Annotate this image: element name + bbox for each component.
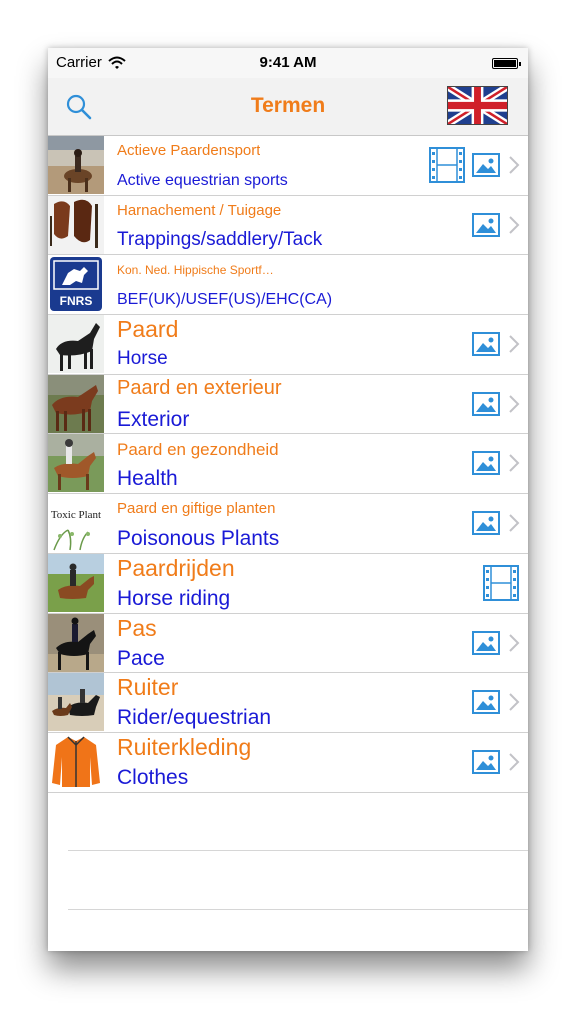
english-term: Health	[117, 467, 178, 491]
dutch-term: Actieve Paardensport	[117, 142, 261, 159]
photo-icon[interactable]	[472, 153, 500, 177]
list-item[interactable]: Ruiter Rider/equestrian	[48, 673, 528, 733]
dutch-term: Ruiter	[117, 674, 179, 701]
film-icon[interactable]	[482, 564, 520, 602]
saddles-thumbnail	[48, 195, 104, 254]
clock: 9:41 AM	[259, 54, 317, 71]
english-term: Clothes	[117, 765, 189, 789]
english-term: BEF(UK)/USEF(US)/EHC(CA)	[117, 291, 333, 309]
uk-flag-icon[interactable]	[447, 86, 508, 125]
list-item[interactable]: Paard Horse	[48, 315, 528, 375]
photo-icon[interactable]	[472, 332, 500, 357]
fnrs-logo-text: FNRS	[60, 294, 93, 308]
english-term: Active equestrian sports	[117, 172, 288, 189]
photo-icon[interactable]	[472, 391, 500, 416]
dressage-thumbnail	[48, 613, 104, 672]
terms-list: Actieve Paardensport Active equestrian s…	[48, 136, 528, 793]
navigation-bar: Termen	[48, 78, 528, 136]
phone-screen: Carrier 9:41 AM Termen Actieve Paardensp…	[48, 48, 528, 951]
dutch-term: Paard en giftige planten	[117, 500, 276, 518]
orange-jacket-thumbnail	[48, 732, 104, 791]
dutch-term: Paard en exterieur	[117, 376, 282, 399]
photo-icon[interactable]	[472, 212, 500, 237]
black-horse-thumbnail	[48, 315, 104, 374]
list-item[interactable]: Paard en exterieur Exterior	[48, 374, 528, 435]
photo-icon[interactable]	[472, 511, 500, 536]
dutch-term: Ruiterkleding	[117, 733, 252, 760]
chevron-right-icon[interactable]	[508, 692, 520, 712]
dutch-term: Harnachement / Tuigage	[117, 201, 282, 219]
list-item[interactable]: Toxic Plant Paard en giftige planten Poi…	[48, 494, 528, 554]
chevron-right-icon[interactable]	[508, 752, 520, 772]
photo-icon[interactable]	[472, 749, 500, 774]
list-item[interactable]: Pas Pace	[48, 613, 528, 674]
status-bar: Carrier 9:41 AM	[48, 48, 528, 78]
horse-rider-beach-thumbnail	[48, 136, 104, 194]
english-term: Rider/equestrian	[117, 706, 272, 730]
brown-horse-thumbnail	[48, 374, 104, 433]
list-item[interactable]: Harnachement / Tuigage Trappings/saddler…	[48, 195, 528, 256]
empty-row-divider	[68, 850, 528, 851]
photo-icon[interactable]	[472, 690, 500, 715]
dutch-term: Paard	[117, 316, 179, 343]
list-item[interactable]: FNRS Kon. Ned. Hippische Sportf… BEF(UK)…	[48, 255, 528, 316]
english-term: Exterior	[117, 407, 190, 431]
battery-icon	[492, 58, 521, 69]
list-item[interactable]: Paardrijden Horse riding	[48, 553, 528, 614]
english-term: Pace	[117, 646, 165, 670]
list-item[interactable]: Paard en gezondheid Health	[48, 434, 528, 495]
fnrs-logo-icon: FNRS	[48, 255, 104, 314]
chevron-right-icon[interactable]	[508, 513, 520, 533]
english-term: Horse riding	[117, 586, 231, 610]
rider-chestnut-thumbnail	[48, 434, 104, 493]
photo-icon[interactable]	[472, 630, 500, 655]
chevron-right-icon[interactable]	[508, 394, 520, 414]
chevron-right-icon[interactable]	[508, 334, 520, 354]
chevron-right-icon[interactable]	[508, 453, 520, 473]
dutch-term: Paardrijden	[117, 554, 235, 581]
list-item[interactable]: Ruiterkleding Clothes	[48, 732, 528, 793]
list-item[interactable]: Actieve Paardensport Active equestrian s…	[48, 136, 528, 196]
dutch-term: Pas	[117, 614, 157, 641]
chevron-right-icon[interactable]	[508, 155, 520, 175]
empty-row-divider	[68, 909, 528, 910]
toxic-plant-thumbnail: Toxic Plant	[48, 494, 104, 553]
english-term: Poisonous Plants	[117, 527, 280, 551]
english-term: Trappings/saddlery/Tack	[117, 228, 323, 250]
riders-beach-thumbnail	[48, 673, 104, 732]
english-term: Horse	[117, 348, 168, 370]
dutch-term: Kon. Ned. Hippische Sportf…	[117, 263, 274, 278]
photo-icon[interactable]	[472, 451, 500, 476]
film-icon[interactable]	[428, 146, 466, 184]
dutch-term: Paard en gezondheid	[117, 440, 279, 460]
toxic-plant-label: Toxic Plant	[51, 509, 101, 521]
chevron-right-icon[interactable]	[508, 215, 520, 235]
riding-field-thumbnail	[48, 553, 104, 612]
chevron-right-icon[interactable]	[508, 633, 520, 653]
